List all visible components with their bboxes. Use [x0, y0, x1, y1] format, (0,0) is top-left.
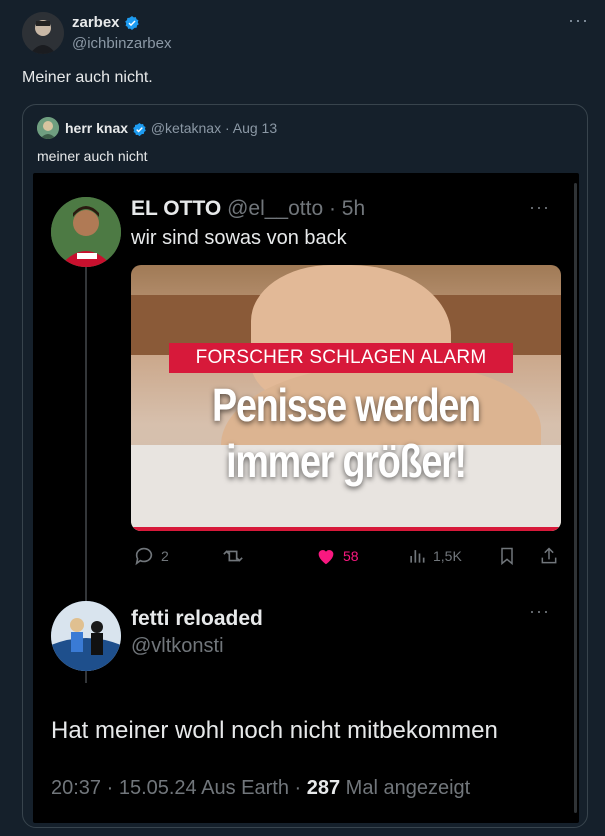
- share-icon: [541, 547, 557, 564]
- like-count: 58: [343, 548, 359, 564]
- views-action: 1,5K: [407, 545, 462, 567]
- reply-count: 2: [161, 548, 169, 564]
- bookmark-action: [497, 545, 517, 567]
- tweet-text: Meiner auch nicht.: [22, 69, 153, 86]
- media-headline: Penisse werden immer größer!: [170, 377, 523, 489]
- screenshot-author-handle: @el__otto: [227, 197, 324, 220]
- screenshot-post-header: EL OTTO @el__otto · 5h: [131, 197, 365, 221]
- screenshot-more-icon: ···: [529, 197, 550, 217]
- reply-more-icon: ···: [529, 601, 550, 621]
- screenshot-avatar-otto: [51, 197, 121, 267]
- author-handle[interactable]: @ichbinzarbex: [72, 35, 171, 52]
- screenshot-author-name: EL OTTO: [131, 197, 222, 220]
- reply-author-name: fetti reloaded: [131, 607, 263, 630]
- heart-icon: [318, 550, 334, 565]
- screenshot-post-text: wir sind sowas von back: [131, 227, 347, 249]
- like-action: 58: [315, 545, 359, 567]
- media-banner-text: FORSCHER SCHLAGEN ALARM: [169, 343, 513, 373]
- reply-text: Hat meiner wohl noch nicht mitbekommen: [51, 717, 498, 744]
- media-headline-line2: immer größer!: [226, 435, 467, 487]
- fetti-avatar-image: [51, 601, 121, 671]
- author-name[interactable]: zarbex: [72, 14, 120, 31]
- reply-meta: 20:37 · 15.05.24 Aus Earth · 287 Mal ang…: [51, 777, 470, 800]
- quote-avatar[interactable]: [37, 117, 59, 139]
- avatar[interactable]: [22, 12, 64, 54]
- views-count: 1,5K: [433, 548, 462, 564]
- share-action: [539, 545, 559, 567]
- reply-action: 2: [133, 545, 169, 567]
- reply-timestamp: 20:37 · 15.05.24 Aus Earth ·: [51, 777, 302, 799]
- bookmark-icon: [501, 547, 513, 566]
- quote-author-name[interactable]: herr knax: [65, 120, 128, 136]
- verified-badge-icon: [133, 122, 146, 136]
- repost-icon: [223, 550, 243, 562]
- otto-avatar-image: [51, 197, 121, 267]
- quote-avatar-image: [37, 117, 59, 139]
- quote-date[interactable]: · Aug 13: [225, 120, 277, 136]
- avatar-image: [22, 12, 64, 54]
- reply-icon: [135, 547, 153, 566]
- quote-text: meiner auch nicht: [37, 148, 148, 164]
- screenshot-action-bar: 2 58 1,5K: [131, 545, 561, 569]
- reply-author-handle: @vltkonsti: [131, 635, 224, 657]
- screenshot-avatar-fetti: [51, 601, 121, 671]
- scrollbar: [574, 183, 577, 813]
- reply-view-count: 287: [306, 777, 341, 799]
- more-options-icon[interactable]: ···: [568, 10, 589, 31]
- reply-view-label: Mal angezeigt: [345, 777, 471, 799]
- screenshot-media-image: FORSCHER SCHLAGEN ALARM Penisse werden i…: [131, 265, 561, 531]
- author-name-row[interactable]: zarbex: [72, 14, 140, 31]
- quoted-tweet[interactable]: herr knax @ketaknax · Aug 13 meiner auch…: [22, 104, 588, 828]
- attached-screenshot[interactable]: EL OTTO @el__otto · 5h ··· wir sind sowa…: [33, 173, 579, 823]
- media-headline-line1: Penisse werden: [212, 379, 481, 431]
- quote-header: herr knax @ketaknax · Aug 13: [65, 120, 277, 137]
- views-icon: [410, 550, 425, 563]
- quote-handle[interactable]: @ketaknax: [151, 120, 221, 136]
- screenshot-post-time: · 5h: [328, 197, 366, 220]
- repost-action: [221, 545, 245, 567]
- verified-badge-icon: [124, 16, 139, 31]
